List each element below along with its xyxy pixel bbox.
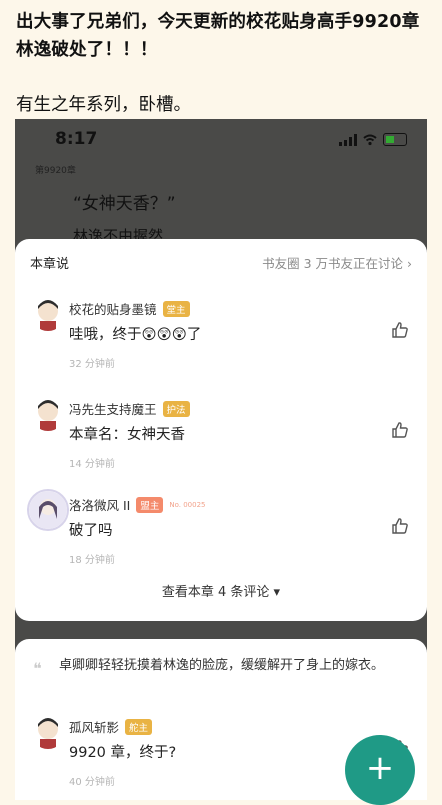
- thumbs-up-icon[interactable]: [391, 517, 409, 535]
- comment-user: 冯先生支持魔王 护法: [69, 399, 190, 418]
- avatar[interactable]: [31, 715, 65, 749]
- reader-text-line: “女神天香？”: [73, 194, 176, 214]
- username[interactable]: 校花的贴身墨镜: [69, 299, 157, 318]
- rank-badge: 堂主: [162, 300, 190, 317]
- comment-text: 破了吗: [69, 523, 113, 539]
- username[interactable]: 冯先生支持魔王: [69, 399, 157, 418]
- panel-title: 本章说: [30, 257, 70, 272]
- rank-badge: 舵主: [125, 718, 153, 735]
- embedded-screenshot: 8:17 第9920章 “女神天香？” 林逸不由握然 本章说 书友圈 3 万书友…: [15, 119, 427, 800]
- post-subtitle: 有生之年系列，卧槽。: [16, 95, 191, 115]
- signal-icon: [339, 133, 357, 146]
- username[interactable]: 孤风斩影: [69, 717, 119, 736]
- comment-user: 校花的贴身墨镜 堂主: [69, 299, 190, 318]
- thumbs-up-icon[interactable]: [391, 321, 409, 339]
- status-icons: [339, 133, 407, 146]
- comment-time: 14 分钟前: [69, 459, 115, 470]
- comment-item[interactable]: 校花的贴身墨镜 堂主 哇哦，终于😲😲😲了 32 分钟前: [15, 297, 427, 387]
- chapter-comments-panel: 本章说 书友圈 3 万书友正在讨论 › 校花的贴身墨镜 堂主 哇哦，终于😲😲😲了…: [15, 239, 427, 621]
- comment-item[interactable]: 冯先生支持魔王 护法 本章名：女神天香 14 分钟前: [15, 397, 427, 487]
- avatar[interactable]: [31, 397, 65, 431]
- quoted-passage[interactable]: 卓卿卿轻轻抚摸着林逸的脸庞，缓缓解开了身上的嫁衣。: [33, 655, 411, 677]
- avatar[interactable]: [31, 297, 65, 331]
- chapter-tag: 第9920章: [35, 166, 76, 176]
- comment-time: 40 分钟前: [69, 777, 115, 788]
- comment-user: 洛洛微风 II 盟主 No. 00025: [69, 495, 206, 514]
- add-button[interactable]: +: [345, 735, 415, 805]
- comment-item[interactable]: 洛洛微风 II 盟主 No. 00025 破了吗 18 分钟前: [15, 489, 427, 583]
- thumbs-up-icon[interactable]: [391, 421, 409, 439]
- avatar[interactable]: [27, 489, 69, 531]
- comment-user: 孤风斩影 舵主: [69, 717, 153, 736]
- comment-text: 本章名：女神天香: [69, 427, 185, 443]
- comment-time: 18 分钟前: [69, 555, 115, 566]
- comment-time: 32 分钟前: [69, 359, 115, 370]
- username[interactable]: 洛洛微风 II: [69, 495, 130, 514]
- view-all-comments-button[interactable]: 查看本章 4 条评论 ▾: [15, 581, 427, 600]
- rank-badge: 护法: [162, 400, 190, 417]
- wifi-icon: [363, 134, 377, 145]
- comment-text: 9920 章，终于?: [69, 745, 177, 761]
- status-time: 8:17: [55, 129, 98, 149]
- rank-number: No. 00025: [169, 500, 206, 509]
- book-circle-link[interactable]: 书友圈 3 万书友正在讨论 ›: [262, 253, 412, 272]
- comment-text: 哇哦，终于😲😲😲了: [69, 327, 202, 343]
- battery-icon: [383, 133, 407, 146]
- post-title: 出大事了兄弟们，今天更新的校花贴身高手9920章林逸破处了！！！: [16, 12, 420, 60]
- rank-badge: 盟主: [136, 496, 164, 513]
